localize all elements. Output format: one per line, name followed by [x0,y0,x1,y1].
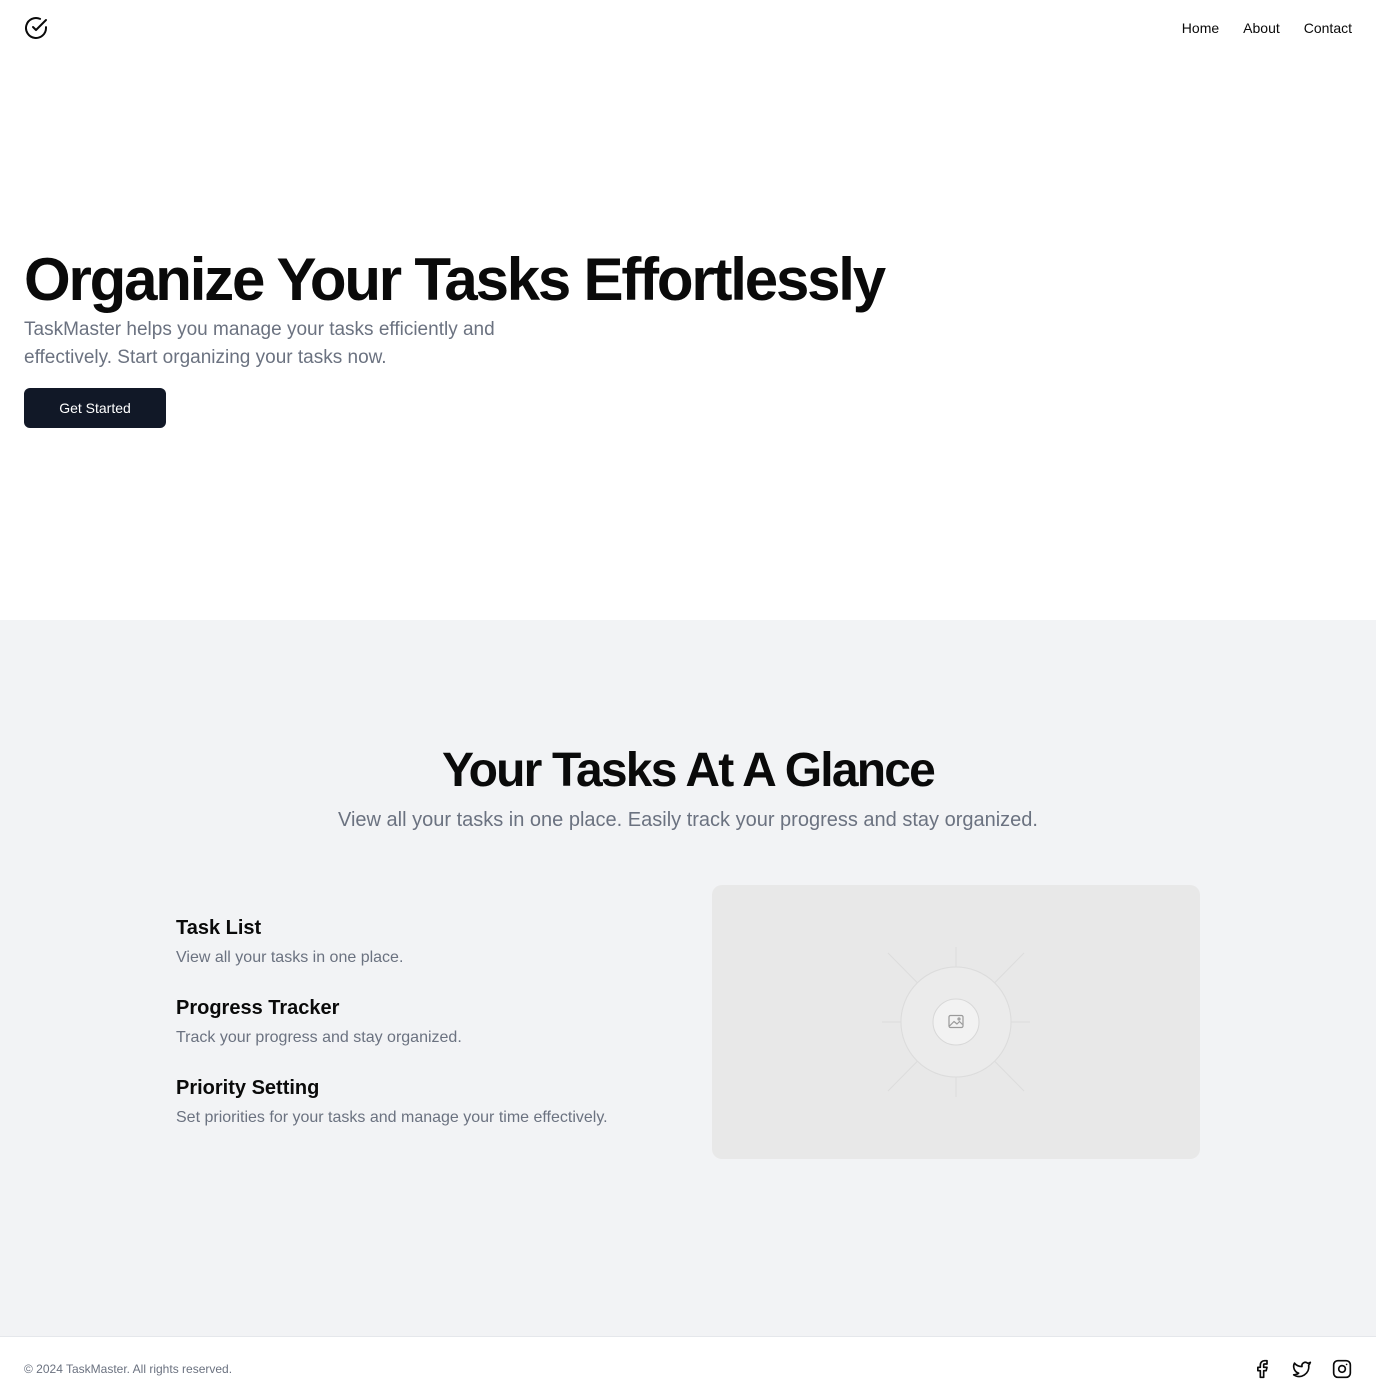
top-navbar: Home About Contact [0,0,1376,56]
feature-title: Progress Tracker [176,997,340,1019]
get-started-button[interactable]: Get Started [24,388,166,428]
page-footer: © 2024 TaskMaster. All rights reserved. [0,1336,1376,1400]
social-links [1252,1359,1352,1379]
check-circle-icon[interactable] [24,16,48,40]
feature-description: Track your progress and stay organized. [176,1029,462,1046]
nav-link-contact[interactable]: Contact [1304,19,1352,37]
twitter-icon[interactable] [1292,1359,1312,1379]
feature-title: Priority Setting [176,1077,320,1099]
main-nav: Home About Contact [1182,19,1352,37]
feature-item-task-list: Task List View all your tasks in one pla… [176,914,676,970]
features-title: Your Tasks At A Glance [441,744,936,797]
features-section: Your Tasks At A Glance View all your tas… [0,620,1376,1336]
feature-description: View all your tasks in one place. [176,949,404,966]
hero-title: Organize Your Tasks Effortlessly [24,246,886,313]
nav-link-about[interactable]: About [1243,19,1280,37]
feature-title: Task List [176,917,262,939]
feature-item-progress-tracker: Progress Tracker Track your progress and… [176,994,676,1050]
facebook-icon[interactable] [1252,1359,1272,1379]
feature-image-placeholder [712,885,1200,1159]
nav-link-home[interactable]: Home [1182,19,1219,37]
feature-item-priority-setting: Priority Setting Set priorities for your… [176,1074,676,1130]
hero-subtitle: TaskMaster helps you manage your tasks e… [24,319,495,368]
image-placeholder-icon [882,947,1030,1097]
instagram-icon[interactable] [1332,1359,1352,1379]
copyright-text: © 2024 TaskMaster. All rights reserved. [24,1362,233,1376]
feature-description: Set priorities for your tasks and manage… [176,1109,608,1126]
features-subtitle: View all your tasks in one place. Easily… [338,809,1038,831]
